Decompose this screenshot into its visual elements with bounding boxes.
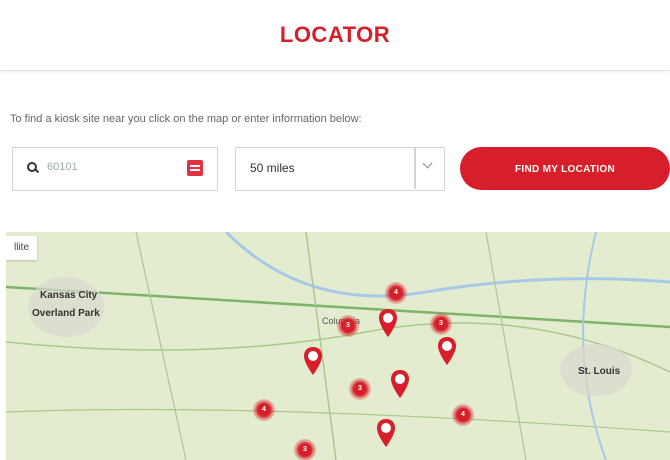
map-cluster[interactable]: 3 — [337, 315, 359, 337]
page-title: LOCATOR — [279, 22, 391, 47]
location-pin-icon[interactable] — [303, 346, 323, 376]
chevron-down-icon[interactable] — [422, 158, 433, 169]
radius-selected-value[interactable]: 50 miles — [250, 161, 295, 175]
keyboard-icon[interactable] — [187, 160, 203, 176]
map-cluster[interactable]: 3 — [349, 378, 371, 400]
city-label: Kansas City — [40, 290, 98, 301]
map-cluster[interactable]: 3 — [430, 313, 452, 335]
map-cluster[interactable]: 4 — [452, 404, 474, 426]
city-label: St. Louis — [578, 366, 621, 377]
radius-select[interactable]: 50 miles — [235, 147, 445, 191]
find-my-location-button[interactable]: FIND MY LOCATION — [460, 147, 670, 190]
instructions-text: To find a kiosk site near you click on t… — [10, 113, 362, 125]
location-pin-icon[interactable] — [376, 418, 396, 448]
map-view[interactable]: llite Kansas City Overland Park Columbia… — [6, 232, 670, 460]
city-label: Overland Park — [32, 308, 100, 319]
zip-search-field[interactable]: 60101 — [12, 147, 218, 191]
map-cluster[interactable]: 3 — [294, 439, 316, 460]
search-icon — [27, 162, 39, 174]
location-pin-icon[interactable] — [390, 369, 410, 399]
map-cluster[interactable]: 4 — [385, 282, 407, 304]
map-type-toggle[interactable]: llite — [6, 236, 38, 260]
location-pin-icon[interactable] — [378, 308, 398, 338]
zip-input-value[interactable]: 60101 — [47, 161, 78, 173]
map-cluster[interactable]: 4 — [253, 399, 275, 421]
select-divider — [414, 148, 416, 189]
location-pin-icon[interactable] — [437, 336, 457, 366]
map-base — [6, 232, 670, 460]
page-header: LOCATOR — [0, 0, 670, 71]
